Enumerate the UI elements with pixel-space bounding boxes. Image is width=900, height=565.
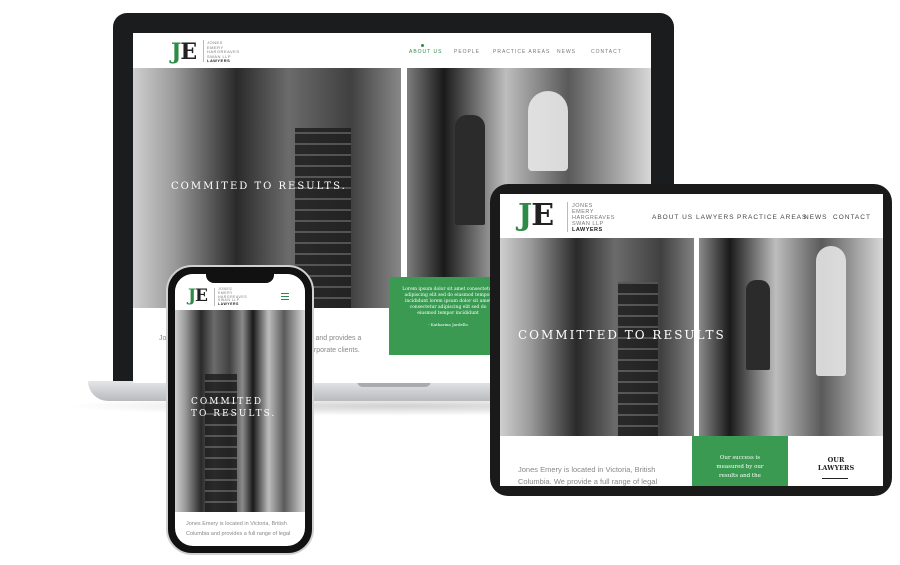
card-line-3: results and the bbox=[719, 473, 761, 479]
logo-divider bbox=[203, 40, 204, 62]
bookshelf-image bbox=[618, 282, 658, 436]
nav-about-us[interactable]: ABOUT US bbox=[409, 49, 442, 55]
phone-logo-text: JONES EMERY HARGREAVES SWAN LLP LAWYERS bbox=[218, 287, 248, 307]
man-figure bbox=[528, 91, 568, 171]
tablet-body-line-1: Jones Emery is located in Victoria, Brit… bbox=[518, 465, 656, 474]
card-line-2: measured by our bbox=[716, 464, 764, 470]
our-lawyers-heading: OUR LAWYERS bbox=[817, 456, 855, 472]
laptop-body-line-2: orporate clients. bbox=[310, 347, 360, 354]
card-line-1: Our success is bbox=[719, 455, 761, 461]
seated-figure bbox=[455, 115, 485, 225]
phone-body-line-2: Columbia and provides a full range of le… bbox=[186, 531, 291, 537]
tablet-body-line-2: Columbia. We provide a full range of leg… bbox=[518, 477, 658, 486]
bookshelf-image bbox=[205, 374, 237, 512]
tablet-nav-lawyers[interactable]: LAWYERS bbox=[696, 214, 735, 221]
seated-figure bbox=[746, 280, 770, 370]
phone-body-line-1: Jones Emery is located in Victoria, Brit… bbox=[186, 521, 287, 527]
phone-logo-monogram[interactable]: JE bbox=[188, 286, 208, 306]
active-nav-dot bbox=[421, 44, 424, 47]
tablet-nav-news[interactable]: NEWS bbox=[804, 214, 828, 221]
logo-divider bbox=[214, 288, 215, 306]
photo-divider bbox=[401, 68, 407, 308]
nav-practice-areas[interactable]: PRACTICE AREAS bbox=[493, 49, 550, 55]
nav-news[interactable]: NEWS bbox=[557, 49, 576, 55]
laptop-navbar: JE JONES EMERY HARGREAVES SWAN LLP LAWYERS A… bbox=[133, 33, 651, 67]
quote-text: Lorem ipsum dolor sit amet consectetur a… bbox=[402, 287, 494, 316]
hamburger-menu-icon[interactable] bbox=[281, 291, 289, 302]
logo-divider bbox=[567, 202, 568, 232]
laptop-hero-headline: COMMITED TO RESULTS. bbox=[171, 181, 347, 192]
phone-notch bbox=[206, 272, 274, 283]
nav-contact[interactable]: CONTACT bbox=[591, 49, 622, 55]
tablet-quote-card: Our success is measured by our results a… bbox=[692, 436, 788, 486]
tablet-nav-practice-areas[interactable]: PRACTICE AREAS bbox=[737, 214, 807, 221]
phone-hero-headline: COMMITED TO RESULTS. bbox=[191, 397, 277, 419]
heading-underline bbox=[822, 478, 848, 479]
laptop-logo-text: JONES EMERY HARGREAVES SWAN LLP LAWYERS bbox=[207, 40, 240, 63]
tablet-nav-contact[interactable]: CONTACT bbox=[833, 214, 871, 221]
quote-author: - Katharina Jardello bbox=[428, 322, 468, 327]
phone-screen: JE JONES EMERY HARGREAVES SWAN LLP LAWYERS C… bbox=[175, 274, 305, 546]
man-figure bbox=[816, 246, 846, 376]
tablet-screen: JE JONES EMERY HARGREAVES SWAN LLP LAWYERS A… bbox=[500, 194, 883, 486]
tablet-logo-monogram[interactable]: JE bbox=[518, 198, 554, 233]
tablet-logo-text: JONES EMERY HARGREAVES SWAN LLP LAWYERS bbox=[572, 203, 615, 233]
tablet-hero-headline: COMMITTED TO RESULTS bbox=[518, 328, 726, 342]
tablet-nav-about-us[interactable]: ABOUT US bbox=[652, 214, 693, 221]
laptop-body-line-1: s and provides a bbox=[310, 335, 362, 342]
laptop-logo-monogram[interactable]: JE bbox=[171, 39, 197, 65]
tablet-navbar: JE JONES EMERY HARGREAVES SWAN LLP LAWYERS A… bbox=[500, 194, 883, 238]
nav-people[interactable]: PEOPLE bbox=[454, 49, 480, 55]
